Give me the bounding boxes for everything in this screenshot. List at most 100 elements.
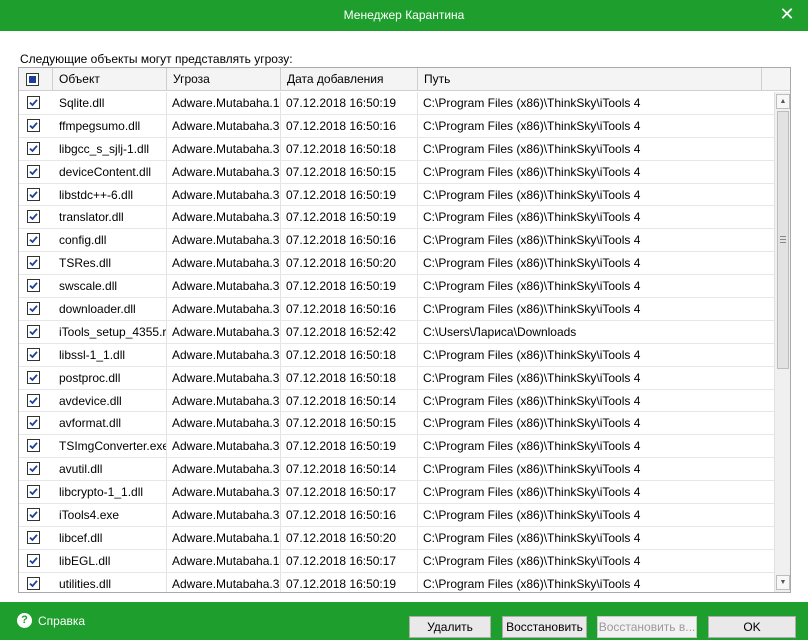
- table-row[interactable]: Sqlite.dll Adware.Mutabaha.18 07.12.2018 1…: [19, 92, 774, 115]
- cell-threat: Adware.Mutabaha.35: [167, 114, 281, 137]
- table-row[interactable]: libstdc++-6.dll Adware.Mutabaha.35 07.12.2…: [19, 183, 774, 207]
- cell-threat: Adware.Mutabaha.35: [167, 389, 281, 412]
- row-checkbox[interactable]: [27, 164, 40, 178]
- cell-path: C:\Program Files (x86)\ThinkSky\iTools 4: [423, 416, 641, 431]
- cell-threat: Adware.Mutabaha.35: [167, 458, 281, 481]
- table-row[interactable]: libEGL.dll Adware.Mutabaha.18 07.12.2018 1…: [19, 549, 774, 573]
- restore-button[interactable]: Восстановить: [502, 616, 587, 638]
- row-checkbox-cell: [19, 367, 52, 389]
- row-checkbox[interactable]: [27, 118, 40, 132]
- row-checkbox[interactable]: [27, 233, 40, 247]
- table-row[interactable]: avutil.dll Adware.Mutabaha.35 07.12.2018 1…: [19, 458, 774, 482]
- cell-object: config.dll: [53, 229, 167, 252]
- row-checkbox[interactable]: [27, 485, 40, 499]
- scrollbar-thumb[interactable]: [777, 111, 789, 369]
- table-row[interactable]: postproc.dll Adware.Mutabaha.35 07.12.2018…: [19, 366, 774, 390]
- cell-date: 07.12.2018 16:50:16: [281, 298, 418, 321]
- cell-date: 07.12.2018 16:52:42: [281, 320, 418, 343]
- cell-date: 07.12.2018 16:50:16: [281, 229, 418, 252]
- table-row[interactable]: TSRes.dll Adware.Mutabaha.35 07.12.2018 16…: [19, 252, 774, 276]
- table-row[interactable]: libcrypto-1_1.dll Adware.Mutabaha.35 07.12…: [19, 481, 774, 505]
- title-bar: Менеджер Карантина ✕: [0, 0, 808, 31]
- column-header-threat[interactable]: Угроза: [167, 68, 281, 90]
- vertical-scrollbar[interactable]: ▲ ▼: [774, 92, 790, 592]
- table-row[interactable]: swscale.dll Adware.Mutabaha.35 07.12.2018 …: [19, 275, 774, 299]
- table-row[interactable]: libssl-1_1.dll Adware.Mutabaha.35 07.12.20…: [19, 343, 774, 367]
- cell-object: libcrypto-1_1.dll: [53, 481, 167, 504]
- row-checkbox[interactable]: [27, 553, 40, 567]
- cell-threat: Adware.Mutabaha.35: [167, 183, 281, 206]
- ok-button[interactable]: OK: [708, 616, 796, 638]
- row-checkbox-cell: [19, 573, 52, 592]
- threat-prompt: Следующие объекты могут представлять угр…: [20, 52, 293, 66]
- column-header-object[interactable]: Объект: [53, 68, 167, 90]
- cell-path: C:\Program Files (x86)\ThinkSky\iTools 4: [423, 462, 641, 477]
- cell-threat: Adware.Mutabaha.35: [167, 343, 281, 366]
- footer-bar: ? Справка Удалить Восстановить Восстанови…: [0, 602, 808, 640]
- row-checkbox[interactable]: [27, 462, 40, 476]
- scroll-down-icon[interactable]: ▼: [776, 575, 790, 590]
- table-row[interactable]: iTools4.exe Adware.Mutabaha.35 07.12.2018 …: [19, 504, 774, 527]
- row-checkbox-cell: [19, 390, 52, 412]
- row-checkbox-cell: [19, 138, 52, 160]
- row-checkbox[interactable]: [27, 324, 40, 338]
- row-checkbox[interactable]: [27, 187, 40, 201]
- row-checkbox-cell: [19, 229, 52, 251]
- table-row[interactable]: libgcc_s_sjlj-1.dll Adware.Mutabaha.35 07.…: [19, 137, 774, 161]
- table-header: Объект Угроза Дата добавления Путь: [19, 68, 790, 91]
- row-checkbox-cell: [19, 344, 52, 366]
- cell-object: ffmpegsumo.dll: [53, 114, 167, 137]
- cell-object: iTools4.exe: [53, 504, 167, 527]
- cell-path: C:\Program Files (x86)\ThinkSky\iTools 4: [423, 485, 641, 500]
- delete-button[interactable]: Удалить: [409, 616, 491, 638]
- table-row[interactable]: deviceContent.dll Adware.Mutabaha.35 07.12…: [19, 160, 774, 184]
- row-checkbox[interactable]: [27, 141, 40, 155]
- row-checkbox[interactable]: [27, 279, 40, 293]
- row-checkbox[interactable]: [27, 508, 40, 522]
- cell-path: C:\Program Files (x86)\ThinkSky\iTools 4: [423, 118, 641, 133]
- cell-date: 07.12.2018 16:50:16: [281, 114, 418, 137]
- cell-date: 07.12.2018 16:50:19: [281, 183, 418, 206]
- cell-object: TSRes.dll: [53, 252, 167, 275]
- table-row[interactable]: avformat.dll Adware.Mutabaha.35 07.12.2018…: [19, 412, 774, 436]
- row-checkbox[interactable]: [27, 347, 40, 361]
- row-checkbox-cell: [19, 161, 52, 183]
- row-checkbox[interactable]: [27, 530, 40, 544]
- row-checkbox[interactable]: [27, 256, 40, 270]
- help-link[interactable]: ? Справка: [17, 613, 85, 629]
- select-all-checkbox[interactable]: [26, 73, 39, 86]
- table-row[interactable]: TSImgConverter.exe Adware.Mutabaha.35 07.1…: [19, 435, 774, 459]
- row-checkbox-cell: [19, 435, 52, 457]
- column-header-path[interactable]: Путь: [418, 68, 762, 90]
- column-header-date[interactable]: Дата добавления: [281, 68, 418, 90]
- window-title: Менеджер Карантина: [343, 8, 465, 22]
- row-checkbox[interactable]: [27, 302, 40, 316]
- row-checkbox[interactable]: [27, 393, 40, 407]
- cell-path: C:\Program Files (x86)\ThinkSky\iTools 4: [423, 233, 641, 248]
- row-checkbox[interactable]: [27, 96, 40, 109]
- table-row[interactable]: translator.dll Adware.Mutabaha.35 07.12.20…: [19, 206, 774, 230]
- cell-threat: Adware.Mutabaha.35: [167, 412, 281, 435]
- table-row[interactable]: iTools_setup_4355.ra Adware.Mutabaha.35 07…: [19, 320, 774, 344]
- cell-date: 07.12.2018 16:50:15: [281, 160, 418, 183]
- scroll-up-icon[interactable]: ▲: [776, 94, 790, 109]
- table-row[interactable]: ffmpegsumo.dll Adware.Mutabaha.35 07.12.20…: [19, 114, 774, 138]
- close-icon[interactable]: ✕: [766, 0, 808, 31]
- cell-threat: Adware.Mutabaha.35: [167, 366, 281, 389]
- row-checkbox[interactable]: [27, 210, 40, 224]
- cell-path: C:\Program Files (x86)\ThinkSky\iTools 4: [423, 96, 641, 110]
- table-row[interactable]: config.dll Adware.Mutabaha.35 07.12.2018 1…: [19, 229, 774, 253]
- row-checkbox[interactable]: [27, 416, 40, 430]
- cell-date: 07.12.2018 16:50:19: [281, 206, 418, 229]
- table-row[interactable]: libcef.dll Adware.Mutabaha.18 07.12.2018 1…: [19, 526, 774, 550]
- cell-threat: Adware.Mutabaha.35: [167, 160, 281, 183]
- table-row[interactable]: avdevice.dll Adware.Mutabaha.35 07.12.2018…: [19, 389, 774, 413]
- table-row[interactable]: utilities.dll Adware.Mutabaha.35 07.12.201…: [19, 572, 774, 592]
- row-checkbox[interactable]: [27, 576, 40, 590]
- cell-date: 07.12.2018 16:50:16: [281, 504, 418, 527]
- restore-to-button[interactable]: Восстановить в...: [597, 616, 697, 638]
- table-row[interactable]: downloader.dll Adware.Mutabaha.35 07.12.20…: [19, 298, 774, 321]
- row-checkbox[interactable]: [27, 439, 40, 453]
- row-checkbox[interactable]: [27, 370, 40, 384]
- cell-path: C:\Users\Лариса\Downloads: [423, 324, 577, 339]
